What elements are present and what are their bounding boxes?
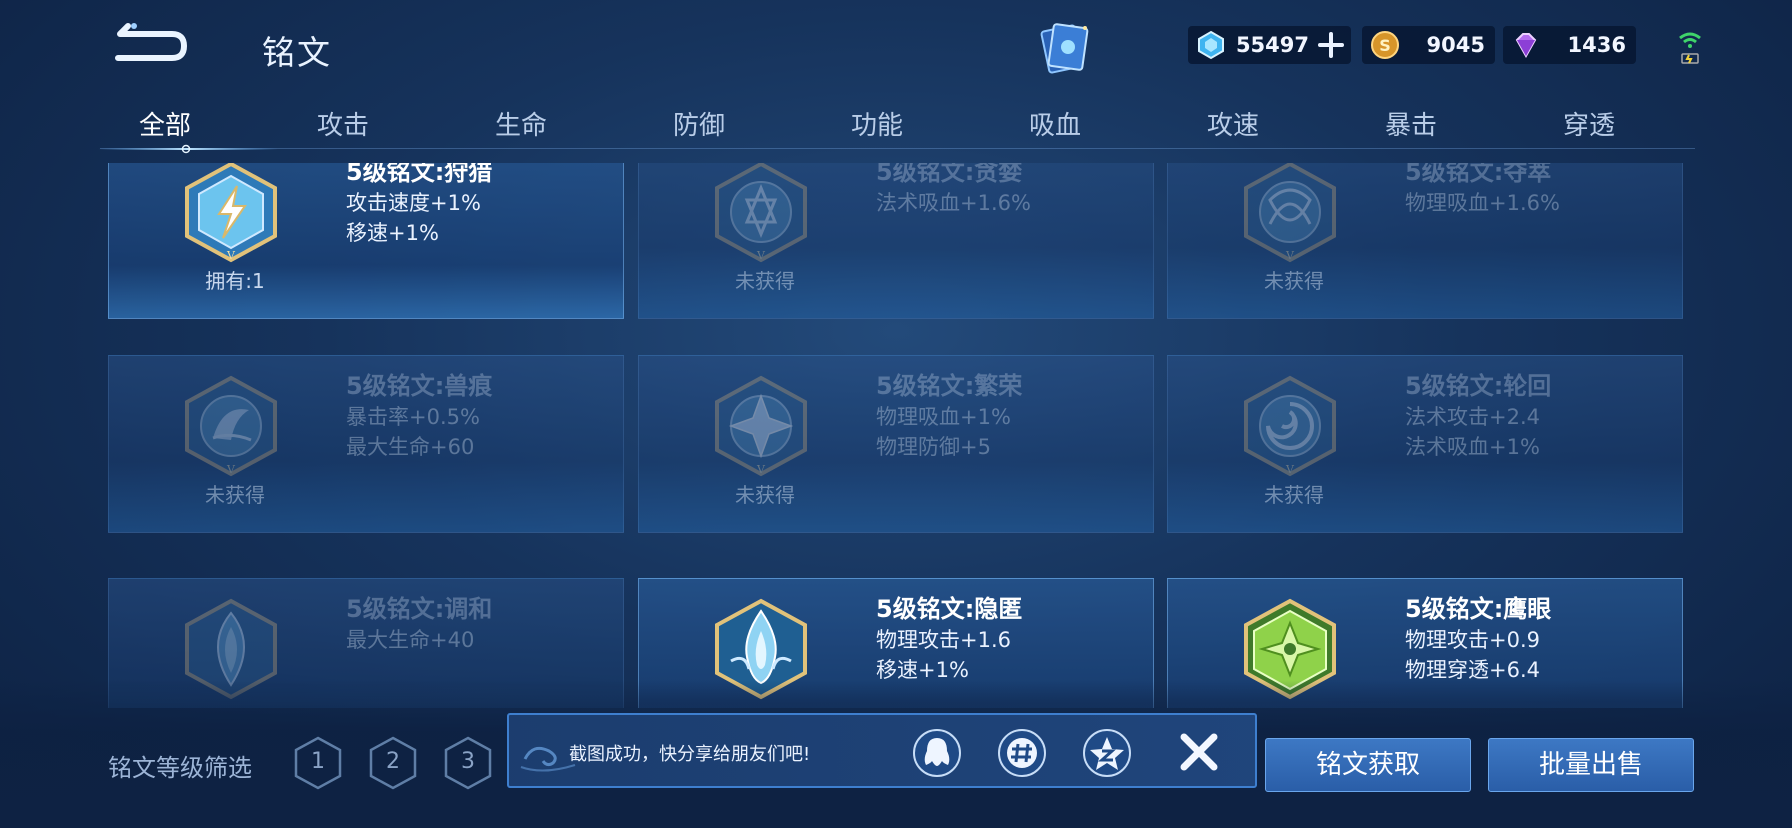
rune-attr: 攻击速度+1%: [346, 191, 481, 215]
toast-message: 截图成功，快分享给朋友们吧!: [569, 744, 811, 765]
rune-card[interactable]: V 5级铭文:狩猎 攻击速度+1% 移速+1% 拥有:1: [108, 163, 624, 319]
plus-icon[interactable]: [1316, 30, 1346, 60]
page-title: 铭文: [262, 33, 332, 72]
level-filter-label: 铭文等级筛选: [108, 754, 252, 782]
rune-attr: 最大生命+60: [346, 435, 475, 459]
svg-text:V: V: [226, 463, 236, 476]
active-tab-indicator: [98, 144, 278, 154]
rune-name: 5级铭文:贪婪: [876, 163, 1023, 186]
rune-status: 未获得: [1264, 269, 1324, 293]
crystal-emblem-icon: V: [715, 375, 807, 477]
tab-health[interactable]: 生命: [441, 105, 601, 142]
rune-name: 5级铭文:轮回: [1405, 372, 1552, 400]
tab-penetration[interactable]: 穿透: [1509, 105, 1669, 142]
tab-defense[interactable]: 防御: [619, 105, 779, 142]
svg-text:V: V: [1285, 463, 1295, 476]
rune-attr: 最大生命+40: [346, 628, 475, 652]
svg-text:V: V: [1285, 249, 1295, 262]
rune-attr: 法术攻击+2.4: [1405, 405, 1540, 429]
rune-card[interactable]: V 5级铭文:繁荣 物理吸血+1% 物理防御+5 未获得: [638, 355, 1154, 533]
level-number: 1: [311, 749, 325, 774]
share-toast: 截图成功，快分享给朋友们吧!: [507, 713, 1257, 788]
tab-crit[interactable]: 暴击: [1331, 105, 1491, 142]
tab-attack-speed[interactable]: 攻速: [1153, 105, 1313, 142]
tab-lifesteal[interactable]: 吸血: [975, 105, 1135, 142]
rune-card[interactable]: V 5级铭文:夺萃 物理吸血+1.6% 未获得: [1167, 163, 1683, 319]
vortex-emblem-icon: V: [1244, 375, 1336, 477]
svg-text:V: V: [756, 249, 766, 262]
rune-attr: 物理吸血+1%: [876, 405, 1011, 429]
rune-owned-count: 拥有:1: [205, 269, 265, 293]
qq-penguin-icon[interactable]: [911, 727, 963, 779]
rune-acquire-button[interactable]: 铭文获取: [1265, 738, 1471, 792]
svg-text:V: V: [756, 463, 766, 476]
purple-diamond-icon: [1515, 33, 1537, 59]
hashtag-icon[interactable]: [996, 727, 1048, 779]
rune-name: 5级铭文:兽痕: [346, 372, 493, 400]
claw-emblem-icon: V: [185, 375, 277, 477]
rune-name: 5级铭文:鹰眼: [1405, 595, 1552, 623]
wifi-battery-icon: [1679, 32, 1701, 64]
rune-card[interactable]: V 5级铭文:兽痕 暴击率+0.5% 最大生命+60 未获得: [108, 355, 624, 533]
blue-gem-icon: [1198, 30, 1224, 60]
lightning-emblem-icon: V: [185, 163, 277, 263]
level-number: 2: [386, 749, 400, 774]
rune-attr: 移速+1%: [346, 221, 439, 245]
rune-name: 5级铭文:隐匿: [876, 595, 1023, 623]
tabs-divider: [100, 148, 1695, 149]
level-filter-2[interactable]: 2: [367, 735, 419, 791]
svg-text:V: V: [226, 249, 236, 262]
rune-name: 5级铭文:繁荣: [876, 372, 1023, 400]
tab-attack[interactable]: 攻击: [263, 105, 423, 142]
category-tabs: 全部 攻击 生命 防御 功能 吸血 攻速 暴击 穿透: [108, 95, 1698, 150]
rune-attr: 法术吸血+1.6%: [876, 191, 1031, 215]
diamond-count: 1436: [1567, 33, 1626, 57]
rune-status: 未获得: [735, 269, 795, 293]
close-icon[interactable]: [1174, 727, 1224, 777]
rune-name: 5级铭文:狩猎: [346, 163, 493, 186]
back-arrow-icon[interactable]: [112, 20, 190, 66]
level-filter-1[interactable]: 1: [292, 735, 344, 791]
tab-utility[interactable]: 功能: [797, 105, 957, 142]
rune-attr: 物理攻击+0.9: [1405, 628, 1540, 652]
level-number: 3: [461, 749, 475, 774]
rune-card[interactable]: V 5级铭文:贪婪 法术吸血+1.6% 未获得: [638, 163, 1154, 319]
rune-cardbox-icon[interactable]: [1035, 18, 1095, 78]
diamond-currency: 1436: [1503, 26, 1636, 64]
knot-emblem-icon: V: [1244, 163, 1336, 263]
rune-attr: 物理攻击+1.6: [876, 628, 1011, 652]
rune-card[interactable]: V 5级铭文:轮回 法术攻击+2.4 法术吸血+1% 未获得: [1167, 355, 1683, 533]
svg-text:S: S: [1379, 36, 1391, 55]
rune-status: 未获得: [1264, 483, 1324, 507]
qzone-star-icon[interactable]: [1081, 727, 1133, 779]
rune-status: 未获得: [205, 483, 265, 507]
top-bar: 铭文 55497 S 9045 1436: [0, 0, 1792, 95]
rune-attr: 物理防御+5: [876, 435, 991, 459]
rune-grid: V 5级铭文:狩猎 攻击速度+1% 移速+1% 拥有:1 V 5级铭文:贪婪 法…: [108, 163, 1683, 708]
tab-all[interactable]: 全部: [85, 105, 245, 142]
gold-count: 9045: [1426, 33, 1485, 57]
rune-attr: 暴击率+0.5%: [346, 405, 480, 429]
rune-name: 5级铭文:夺萃: [1405, 163, 1552, 186]
rune-status: 未获得: [735, 483, 795, 507]
gem-count: 55497: [1235, 33, 1309, 57]
bulk-sell-button[interactable]: 批量出售: [1488, 738, 1694, 792]
rune-attr: 法术吸血+1%: [1405, 435, 1540, 459]
rune-attr: 物理吸血+1.6%: [1405, 191, 1560, 215]
gold-coin-icon: S: [1371, 31, 1399, 59]
rune-name: 5级铭文:调和: [346, 595, 493, 623]
gold-currency: S 9045: [1362, 26, 1495, 64]
level-filter-3[interactable]: 3: [442, 735, 494, 791]
star-emblem-icon: V: [715, 163, 807, 263]
